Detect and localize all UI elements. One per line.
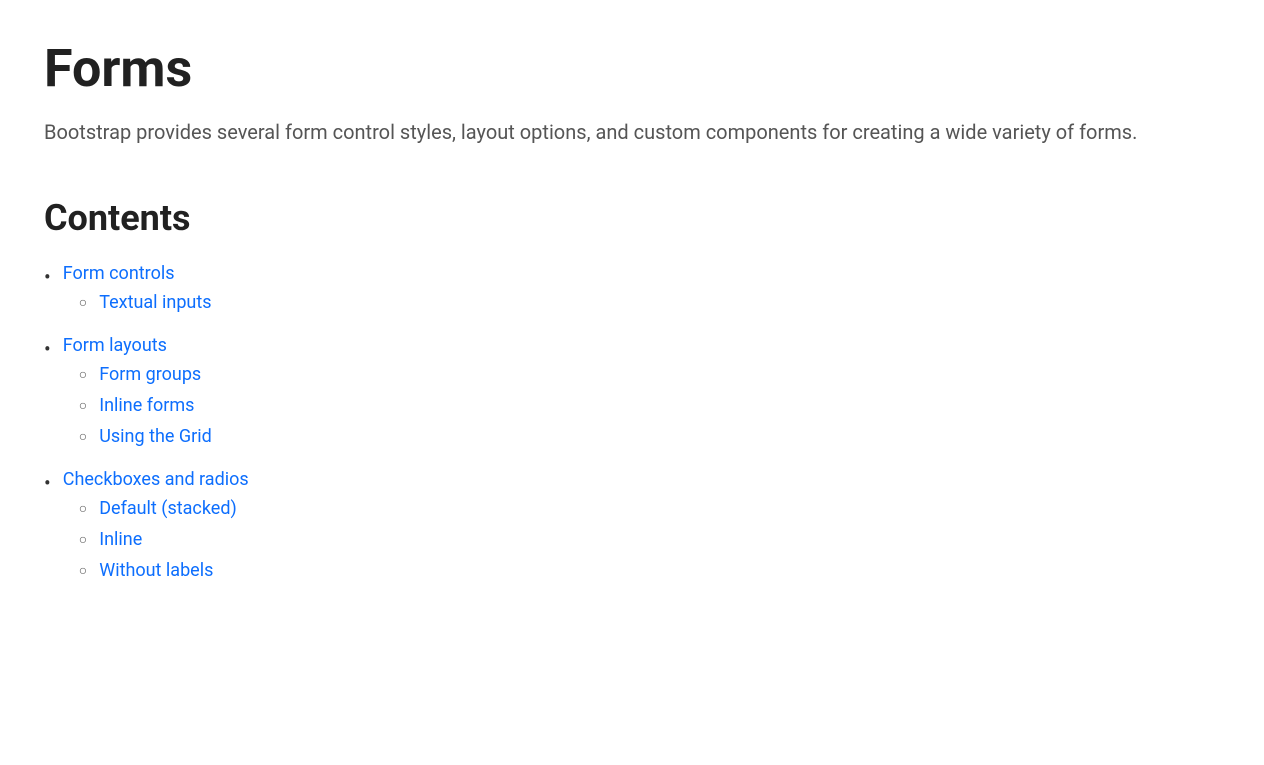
default-stacked-link[interactable]: Default (stacked) xyxy=(99,498,237,519)
list-item: ○ Textual inputs xyxy=(79,292,212,313)
bullet-icon: ○ xyxy=(79,294,87,311)
bullet-icon: • xyxy=(44,471,51,495)
contents-list: • Form controls ○ Textual inputs • Form … xyxy=(44,263,1220,591)
page-title: Forms xyxy=(44,40,1220,97)
bullet-icon: ○ xyxy=(79,366,87,383)
list-item: • Form layouts ○ Form groups ○ Inline fo… xyxy=(44,335,1220,457)
bullet-icon: • xyxy=(44,337,51,361)
form-controls-link[interactable]: Form controls xyxy=(63,263,212,284)
bullet-icon: ○ xyxy=(79,428,87,445)
checkboxes-and-radios-link[interactable]: Checkboxes and radios xyxy=(63,469,249,490)
bullet-icon: ○ xyxy=(79,562,87,579)
page-description: Bootstrap provides several form control … xyxy=(44,117,1144,147)
list-item: • Checkboxes and radios ○ Default (stack… xyxy=(44,469,1220,591)
without-labels-link[interactable]: Without labels xyxy=(99,560,213,581)
contents-heading: Contents xyxy=(44,197,1220,239)
bullet-icon: ○ xyxy=(79,531,87,548)
list-item: ○ Default (stacked) xyxy=(79,498,249,519)
inline-forms-link[interactable]: Inline forms xyxy=(99,395,194,416)
list-item: ○ Without labels xyxy=(79,560,249,581)
bullet-icon: ○ xyxy=(79,397,87,414)
list-item: ○ Form groups xyxy=(79,364,212,385)
list-item: ○ Inline xyxy=(79,529,249,550)
using-the-grid-link[interactable]: Using the Grid xyxy=(99,426,212,447)
form-layouts-link[interactable]: Form layouts xyxy=(63,335,212,356)
list-item: • Form controls ○ Textual inputs xyxy=(44,263,1220,323)
inline-link[interactable]: Inline xyxy=(99,529,142,550)
list-item: ○ Using the Grid xyxy=(79,426,212,447)
bullet-icon: • xyxy=(44,265,51,289)
bullet-icon: ○ xyxy=(79,500,87,517)
list-item: ○ Inline forms xyxy=(79,395,212,416)
form-groups-link[interactable]: Form groups xyxy=(99,364,201,385)
textual-inputs-link[interactable]: Textual inputs xyxy=(99,292,211,313)
